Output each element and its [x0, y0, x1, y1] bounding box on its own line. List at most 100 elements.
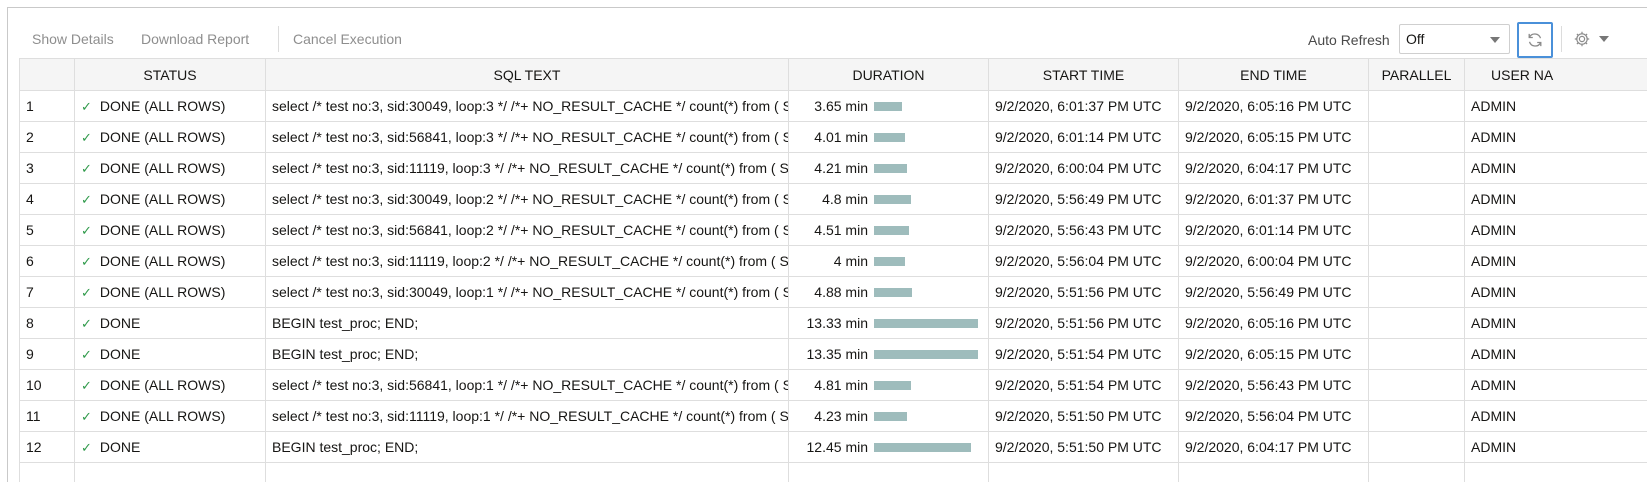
auto-refresh-select[interactable]: Off — [1399, 24, 1510, 54]
sql-text-cell[interactable]: select /* test no:3, sid:30049, loop:2 *… — [266, 184, 789, 215]
duration-text: 12.45 min — [807, 439, 868, 455]
duration-cell: 13.35 min — [789, 339, 989, 370]
start-time-cell: 9/2/2020, 6:01:37 PM UTC — [989, 91, 1179, 122]
column-header-start-time[interactable]: START TIME — [989, 59, 1179, 91]
row-number: 7 — [20, 277, 75, 308]
sql-text-cell[interactable]: BEGIN test_proc; END; — [266, 308, 789, 339]
user-name-cell: ADMIN — [1465, 122, 1647, 153]
duration-text: 4.51 min — [814, 222, 868, 238]
duration-bar-track — [874, 195, 984, 204]
row-number: 11 — [20, 401, 75, 432]
duration-bar — [874, 102, 902, 111]
duration-bar — [874, 381, 911, 390]
start-time-cell: 9/2/2020, 5:56:49 PM UTC — [989, 184, 1179, 215]
duration-bar — [874, 257, 905, 266]
duration-bar — [874, 164, 907, 173]
sql-text-cell[interactable]: select /* test no:3, sid:11119, loop:1 *… — [266, 401, 789, 432]
table-row[interactable]: 6✓DONE (ALL ROWS)select /* test no:3, si… — [20, 246, 1647, 277]
duration-cell: 4.21 min — [789, 153, 989, 184]
end-time-cell: 9/2/2020, 6:04:17 PM UTC — [1179, 432, 1369, 463]
table-row[interactable]: 8✓DONEBEGIN test_proc; END;13.33 min9/2/… — [20, 308, 1647, 339]
sql-text-cell[interactable]: select /* test no:3, sid:56841, loop:1 *… — [266, 370, 789, 401]
refresh-button[interactable] — [1517, 22, 1553, 58]
status-text: DONE — [100, 315, 140, 331]
table-row[interactable]: 11✓DONE (ALL ROWS)select /* test no:3, s… — [20, 401, 1647, 432]
end-time-cell: 9/2/2020, 6:04:17 PM UTC — [1179, 153, 1369, 184]
table-row[interactable]: 9✓DONEBEGIN test_proc; END;13.35 min9/2/… — [20, 339, 1647, 370]
table-row[interactable]: 12✓DONEBEGIN test_proc; END; 12.45 min 9/2… — [20, 432, 1647, 463]
checkmark-icon: ✓ — [81, 440, 92, 455]
status-text: DONE (ALL ROWS) — [100, 191, 226, 207]
row-number: 3 — [20, 153, 75, 184]
end-time-cell: 9/2/2020, 6:05:15 PM UTC — [1179, 122, 1369, 153]
column-header-parallel[interactable]: PARALLEL — [1369, 59, 1465, 91]
start-time-cell: 9/2/2020, 5:51:56 PM UTC — [989, 308, 1179, 339]
duration-bar-track — [874, 288, 984, 297]
duration-text: 4.88 min — [814, 284, 868, 300]
row-number: 9 — [20, 339, 75, 370]
user-name-cell: ADMIN — [1465, 370, 1647, 401]
duration-bar-track — [874, 319, 984, 328]
sql-text-cell[interactable]: BEGIN test_proc; END; — [266, 432, 789, 463]
row-number: 4 — [20, 184, 75, 215]
end-time-cell: 9/2/2020, 5:56:43 PM UTC — [1179, 370, 1369, 401]
user-name-cell: ADMIN — [1465, 91, 1647, 122]
parallel-cell — [1369, 91, 1465, 122]
column-header-sql-text[interactable]: SQL TEXT — [266, 59, 789, 91]
parallel-cell — [1369, 122, 1465, 153]
user-name-cell: ADMIN — [1465, 153, 1647, 184]
status-cell: ✓DONE (ALL ROWS) — [75, 215, 266, 246]
duration-bar-track — [874, 102, 984, 111]
duration-cell: 3.65 min — [789, 91, 989, 122]
duration-bar-track — [874, 350, 984, 359]
column-header-end-time[interactable]: END TIME — [1179, 59, 1369, 91]
sql-text-cell[interactable]: select /* test no:3, sid:30049, loop:3 *… — [266, 91, 789, 122]
parallel-cell — [1369, 277, 1465, 308]
sql-text-cell[interactable]: BEGIN test_proc; END; — [266, 339, 789, 370]
status-cell: ✓DONE (ALL ROWS) — [75, 91, 266, 122]
table-row[interactable]: 3✓DONE (ALL ROWS)select /* test no:3, si… — [20, 153, 1647, 184]
sql-text-cell[interactable]: select /* test no:3, sid:30049, loop:1 *… — [266, 277, 789, 308]
download-report-button[interactable]: Download Report — [141, 31, 249, 47]
row-number: 10 — [20, 370, 75, 401]
column-header-status[interactable]: STATUS — [75, 59, 266, 91]
duration-bar — [874, 319, 978, 328]
table-row[interactable]: 7✓DONE (ALL ROWS)select /* test no:3, si… — [20, 277, 1647, 308]
cancel-execution-button[interactable]: Cancel Execution — [293, 31, 402, 47]
duration-cell: 4.51 min — [789, 215, 989, 246]
empty-cell — [266, 463, 789, 482]
status-text: DONE (ALL ROWS) — [100, 222, 226, 238]
duration-cell: 4.23 min — [789, 401, 989, 432]
table-row[interactable]: 2✓DONE (ALL ROWS)select /* test no:3, si… — [20, 122, 1647, 153]
parallel-cell — [1369, 401, 1465, 432]
sql-text-cell[interactable]: select /* test no:3, sid:11119, loop:2 *… — [266, 246, 789, 277]
sql-text-cell[interactable]: select /* test no:3, sid:56841, loop:3 *… — [266, 122, 789, 153]
column-header-user-name[interactable]: USER NA — [1465, 59, 1647, 91]
duration-bar — [874, 350, 978, 359]
row-number: 12 — [20, 432, 75, 463]
duration-bar-track — [874, 226, 984, 235]
start-time-cell: 9/2/2020, 5:51:50 PM UTC — [989, 401, 1179, 432]
row-number: 6 — [20, 246, 75, 277]
duration-bar-track — [874, 412, 984, 421]
end-time-cell: 9/2/2020, 6:00:04 PM UTC — [1179, 246, 1369, 277]
table-row[interactable] — [20, 463, 1647, 482]
gear-icon — [1573, 30, 1591, 48]
parallel-cell — [1369, 246, 1465, 277]
start-time-cell: 9/2/2020, 5:51:50 PM UTC — [989, 432, 1179, 463]
toolbar-divider — [1561, 26, 1562, 52]
table-row[interactable]: 5✓DONE (ALL ROWS)select /* test no:3, si… — [20, 215, 1647, 246]
sql-text-cell[interactable]: select /* test no:3, sid:56841, loop:2 *… — [266, 215, 789, 246]
settings-menu-button[interactable] — [1573, 28, 1609, 50]
table-row[interactable]: 10✓DONE (ALL ROWS)select /* test no:3, s… — [20, 370, 1647, 401]
table-row[interactable]: 4✓DONE (ALL ROWS)select /* test no:3, si… — [20, 184, 1647, 215]
parallel-cell — [1369, 184, 1465, 215]
sql-text-cell[interactable]: select /* test no:3, sid:11119, loop:3 *… — [266, 153, 789, 184]
column-header-index[interactable] — [20, 59, 75, 91]
duration-cell: 4 min — [789, 246, 989, 277]
table-row[interactable]: 1✓DONE (ALL ROWS)select /* test no:3, si… — [20, 91, 1647, 122]
column-header-duration[interactable]: DURATION — [789, 59, 989, 91]
status-cell: ✓DONE — [75, 432, 266, 463]
status-text: DONE (ALL ROWS) — [100, 284, 226, 300]
show-details-button[interactable]: Show Details — [32, 31, 114, 47]
